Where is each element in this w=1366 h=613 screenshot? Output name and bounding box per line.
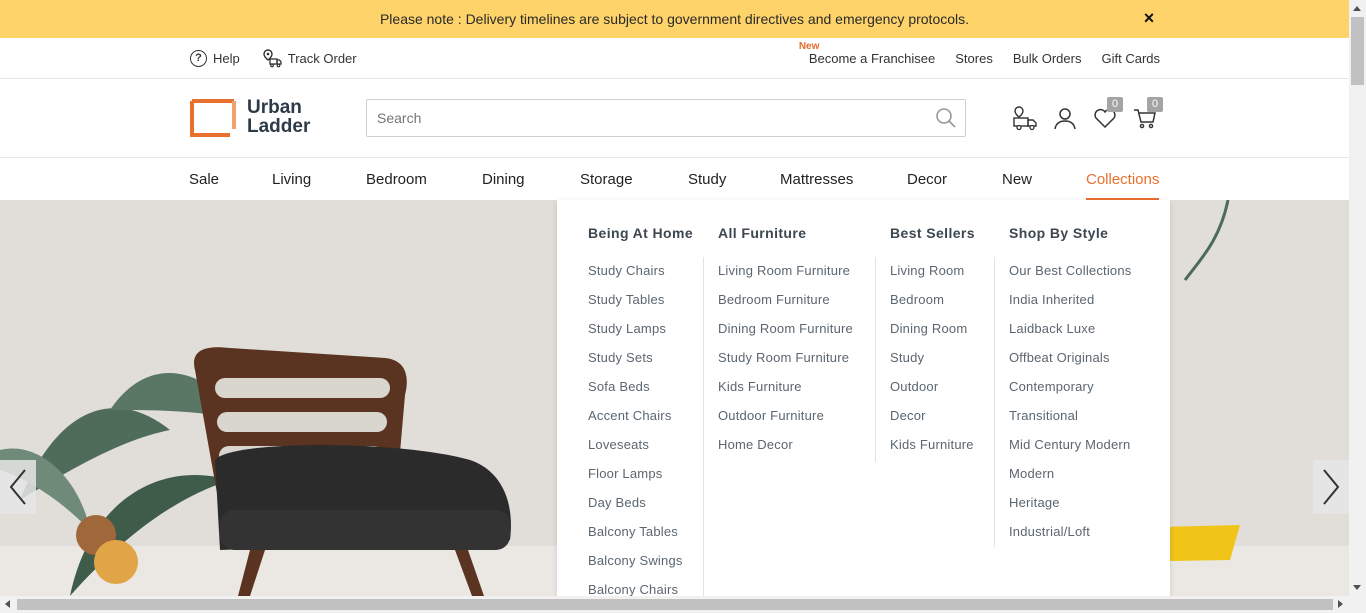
wishlist-heart-icon[interactable]: 0	[1092, 97, 1123, 131]
nav-item-sale[interactable]: Sale	[189, 158, 219, 200]
menu-item-bedroom[interactable]: Bedroom	[890, 292, 974, 321]
menu-item-study-tables[interactable]: Study Tables	[588, 292, 683, 321]
nav-item-decor[interactable]: Decor	[907, 158, 947, 200]
menu-item-study-lamps[interactable]: Study Lamps	[588, 321, 683, 350]
search-box	[366, 99, 966, 137]
menu-item-heritage[interactable]: Heritage	[1009, 495, 1132, 524]
menu-column-title[interactable]: All Furniture	[718, 225, 806, 241]
category-nav: Sale Living Bedroom Dining Storage Study Mattr…	[0, 158, 1349, 200]
horizontal-scrollbar[interactable]	[0, 596, 1366, 613]
search-input[interactable]	[367, 100, 907, 136]
menu-column-title[interactable]: Shop By Style	[1009, 225, 1108, 241]
menu-item-study-sets[interactable]: Study Sets	[588, 350, 683, 379]
menu-item-balcony-tables[interactable]: Balcony Tables	[588, 524, 683, 553]
wishlist-count-badge: 0	[1107, 97, 1123, 112]
header-icons: 0 0	[1012, 97, 1163, 131]
delivery-truck-icon[interactable]	[1012, 105, 1038, 131]
menu-item-kids-furniture[interactable]: Kids Furniture	[890, 437, 974, 466]
menu-item-living-room[interactable]: Living Room	[890, 263, 974, 292]
scroll-left-icon[interactable]	[5, 600, 10, 608]
new-badge: New	[798, 40, 820, 52]
stores-link[interactable]: Stores	[955, 51, 993, 66]
menu-item-sofa-beds[interactable]: Sofa Beds	[588, 379, 683, 408]
menu-column-title[interactable]: Being At Home	[588, 225, 693, 241]
help-link[interactable]: ? Help	[190, 49, 240, 67]
vertical-scroll-thumb[interactable]	[1351, 17, 1364, 85]
scroll-right-icon[interactable]	[1338, 600, 1343, 608]
user-profile-icon[interactable]	[1052, 105, 1078, 131]
menu-item-accent-chairs[interactable]: Accent Chairs	[588, 408, 683, 437]
menu-item-modern[interactable]: Modern	[1009, 466, 1132, 495]
nav-item-mattresses[interactable]: Mattresses	[780, 158, 853, 200]
cart-icon[interactable]: 0	[1132, 97, 1163, 131]
menu-item-study-room-furniture[interactable]: Study Room Furniture	[718, 350, 853, 379]
menu-item-mid-century-modern[interactable]: Mid Century Modern	[1009, 437, 1132, 466]
logo-line2: Ladder	[247, 116, 311, 137]
notice-text: Please note : Delivery timelines are sub…	[379, 11, 970, 27]
track-order-link[interactable]: Track Order	[262, 48, 357, 68]
collections-mega-menu: Being At Home Study Chairs Study Tables Stu…	[557, 200, 1170, 597]
menu-item-transitional[interactable]: Transitional	[1009, 408, 1132, 437]
urban-ladder-logo[interactable]: Urban Ladder	[190, 97, 322, 137]
bulk-orders-link[interactable]: Bulk Orders	[1013, 51, 1082, 66]
chevron-right-icon	[1323, 469, 1340, 505]
gift-cards-link[interactable]: Gift Cards	[1101, 51, 1160, 66]
scroll-down-icon[interactable]	[1353, 585, 1361, 590]
help-label: Help	[213, 50, 240, 66]
menu-column-divider	[703, 257, 704, 596]
vertical-scrollbar[interactable]	[1349, 0, 1366, 596]
nav-item-new[interactable]: New	[1002, 158, 1032, 200]
logo-line1: Urban	[247, 97, 302, 118]
nav-item-storage[interactable]: Storage	[580, 158, 633, 200]
menu-item-loveseats[interactable]: Loveseats	[588, 437, 683, 466]
menu-item-india-inherited[interactable]: India Inherited	[1009, 292, 1132, 321]
menu-item-floor-lamps[interactable]: Floor Lamps	[588, 466, 683, 495]
nav-item-living[interactable]: Living	[272, 158, 311, 200]
menu-item-industrial-loft[interactable]: Industrial/Loft	[1009, 524, 1132, 553]
menu-item-dining-room-furniture[interactable]: Dining Room Furniture	[718, 321, 853, 350]
logo-mark-icon	[190, 99, 237, 137]
nav-item-collections[interactable]: Collections	[1086, 158, 1160, 200]
nav-item-dining[interactable]: Dining	[482, 158, 525, 200]
menu-item-offbeat-originals[interactable]: Offbeat Originals	[1009, 350, 1132, 379]
menu-column-divider	[994, 257, 995, 547]
page: Please note : Delivery timelines are sub…	[0, 0, 1366, 613]
track-order-icon	[263, 49, 282, 68]
menu-item-dining-room[interactable]: Dining Room	[890, 321, 974, 350]
menu-item-contemporary[interactable]: Contemporary	[1009, 379, 1132, 408]
carousel-prev-button[interactable]	[0, 460, 36, 514]
menu-item-laidback-luxe[interactable]: Laidback Luxe	[1009, 321, 1132, 350]
menu-item-balcony-swings[interactable]: Balcony Swings	[588, 553, 683, 582]
close-icon[interactable]: ×	[1140, 9, 1158, 27]
menu-item-day-beds[interactable]: Day Beds	[588, 495, 683, 524]
menu-item-kids-furniture[interactable]: Kids Furniture	[718, 379, 853, 408]
become-franchisee-link[interactable]: New Become a Franchisee	[799, 41, 936, 66]
scroll-up-icon[interactable]	[1353, 6, 1361, 11]
menu-column-divider	[875, 257, 876, 462]
menu-item-home-decor[interactable]: Home Decor	[718, 437, 853, 466]
menu-item-outdoor-furniture[interactable]: Outdoor Furniture	[718, 408, 853, 437]
notice-bar: Please note : Delivery timelines are sub…	[0, 0, 1349, 38]
track-order-label: Track Order	[287, 50, 357, 66]
menu-item-our-best-collections[interactable]: Our Best Collections	[1009, 263, 1132, 292]
become-franchisee-label: Become a Franchisee	[808, 50, 936, 66]
nav-item-bedroom[interactable]: Bedroom	[366, 158, 427, 200]
utility-bar: ? Help Track Order New Become a Franchis…	[0, 38, 1349, 79]
horizontal-scroll-thumb[interactable]	[17, 599, 1333, 610]
menu-item-study[interactable]: Study	[890, 350, 974, 379]
menu-item-study-chairs[interactable]: Study Chairs	[588, 263, 683, 292]
menu-item-bedroom-furniture[interactable]: Bedroom Furniture	[718, 292, 853, 321]
chevron-left-icon	[9, 469, 26, 505]
help-icon: ?	[190, 49, 207, 67]
menu-item-living-room-furniture[interactable]: Living Room Furniture	[718, 263, 853, 292]
nav-item-study[interactable]: Study	[688, 158, 726, 200]
menu-item-decor[interactable]: Decor	[890, 408, 974, 437]
logo-text: Urban Ladder	[247, 98, 310, 136]
main-header: Urban Ladder Search 0 0	[0, 79, 1349, 158]
menu-column-title[interactable]: Best Sellers	[890, 225, 975, 241]
menu-item-outdoor[interactable]: Outdoor	[890, 379, 974, 408]
carousel-next-button[interactable]	[1313, 460, 1349, 514]
search-icon[interactable]	[935, 107, 957, 129]
cart-count-badge: 0	[1147, 97, 1163, 112]
